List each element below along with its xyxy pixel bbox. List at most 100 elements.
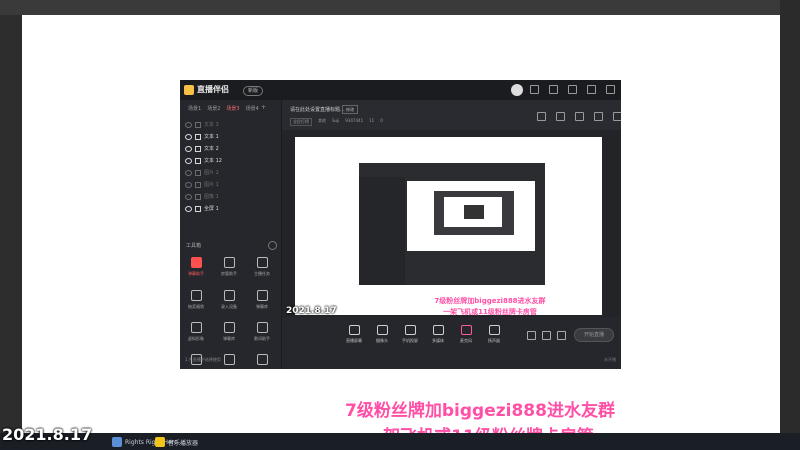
lock-icon[interactable] (195, 145, 201, 152)
add-scene-button[interactable]: + (261, 104, 266, 111)
username: Suji (332, 118, 340, 123)
lock-icon[interactable] (195, 181, 201, 188)
eye-icon[interactable] (185, 145, 192, 152)
eye-icon[interactable] (185, 157, 192, 164)
shield-icon[interactable] (542, 331, 551, 340)
category-tag[interactable]: 全民打榜 (290, 118, 312, 126)
lock-icon[interactable] (195, 169, 201, 176)
user-icon (223, 257, 235, 268)
eye-icon[interactable] (185, 121, 192, 128)
source-item[interactable]: 文本 2 (185, 144, 219, 153)
eye-icon[interactable] (185, 181, 192, 188)
date-overlay-outer: 2021.8.17 (2, 425, 93, 444)
mic-icon (460, 325, 472, 335)
source-item[interactable]: 全屏 1 (185, 204, 219, 213)
tool-danmaku-lib[interactable]: 弹幕库 (251, 290, 273, 310)
lock-icon[interactable] (195, 205, 201, 212)
calendar-icon[interactable] (575, 112, 584, 121)
tool-anchor-task[interactable]: 主播任务 (251, 257, 273, 277)
eye-icon[interactable] (185, 133, 192, 140)
nested-window-2 (434, 191, 514, 235)
source-item[interactable]: 文本 12 (185, 156, 222, 165)
window-controls (530, 85, 621, 94)
lock-icon[interactable] (195, 121, 201, 128)
screen-capture-button[interactable]: 直播屏幕 (343, 325, 365, 344)
control-label: 摄像头 (376, 338, 388, 343)
record-icon[interactable] (527, 331, 536, 340)
minimize-icon[interactable] (587, 85, 596, 94)
right-edge-panel (780, 0, 800, 450)
tool-label: 房管助手 (221, 271, 237, 276)
eye-icon[interactable] (185, 193, 192, 200)
lock-icon[interactable] (195, 157, 201, 164)
bell-icon[interactable] (594, 112, 603, 121)
eye-icon[interactable] (185, 169, 192, 176)
tool-danmaku-lib-2[interactable]: 弹幕库 (218, 322, 240, 342)
media-icon (432, 325, 444, 335)
tool-label: 录入设备 (221, 304, 237, 309)
source-label: 图片 2 (204, 170, 219, 176)
nested-preview-window (359, 163, 545, 285)
room-header: 请在此处设置直播标题... 修改 全民打榜 其他 Suji 9347441 11… (282, 100, 621, 130)
edit-button[interactable]: 修改 (342, 105, 358, 114)
toolbox-label: 工具箱 (186, 243, 202, 249)
tool-virtual-avatar[interactable]: 虚拟形象 (185, 322, 207, 342)
nested-preview-2 (444, 197, 502, 227)
shop-icon[interactable] (556, 112, 565, 121)
doc-icon (256, 322, 268, 333)
taskbar-item[interactable]: 音乐播放器 (155, 436, 198, 448)
tool-label: 歌词助手 (254, 336, 270, 341)
scene-tabs: 场景1 场景2 场景3 场景4 (188, 105, 259, 112)
version-badge[interactable]: 新版 (243, 86, 263, 96)
source-item[interactable]: 图片 2 (185, 168, 219, 177)
tab-scene-2[interactable]: 场景2 (207, 105, 220, 112)
tool-lyrics[interactable]: 歌词助手 (251, 322, 273, 342)
screen-icon (348, 325, 360, 335)
tool-device-input[interactable]: 录入设备 (218, 290, 240, 310)
multimedia-button[interactable]: 多媒体 (427, 325, 449, 344)
tool-label: 主播任务 (254, 271, 270, 276)
start-live-button[interactable]: 开始直播 (574, 328, 614, 342)
avatar[interactable] (511, 84, 523, 96)
settings-icon[interactable] (549, 85, 558, 94)
tool-lottery[interactable]: 抽奖福袋 (185, 290, 207, 310)
tool-label: 虚拟形象 (188, 336, 204, 341)
source-item[interactable]: 文本 1 (185, 132, 219, 141)
app-logo-icon (184, 85, 194, 95)
overlay-text-small-2: 一架飞机或11级粉丝牌卡房管 (443, 308, 537, 316)
camera-button[interactable]: 摄像头 (371, 325, 393, 344)
message-icon[interactable] (530, 85, 539, 94)
maximize-icon[interactable] (606, 85, 615, 94)
source-item[interactable]: 图像 1 (185, 192, 219, 201)
share-icon[interactable] (613, 112, 621, 121)
phone-cast-button[interactable]: 手机投屏 (399, 325, 421, 344)
source-item[interactable]: 文本 3 (185, 120, 219, 129)
tab-scene-4[interactable]: 场景4 (246, 105, 259, 112)
lock-icon[interactable] (195, 133, 201, 140)
box-icon (256, 290, 268, 301)
menu-icon[interactable] (568, 85, 577, 94)
toolbox-toggle-icon[interactable] (268, 241, 277, 250)
speaker-button[interactable]: 扬声器 (483, 325, 505, 344)
tool-live-assistant[interactable]: 弹幕助手 (185, 257, 207, 277)
source-item[interactable]: 图片 1 (185, 180, 219, 189)
tab-scene-3[interactable]: 场景3 (226, 105, 239, 112)
microphone-button[interactable]: 麦克风 (455, 325, 477, 344)
status-right: 未开播 (604, 357, 616, 362)
control-label: 扬声器 (488, 338, 500, 343)
source-label: 文本 12 (204, 158, 222, 164)
gift-icon[interactable] (537, 112, 546, 121)
box-icon (223, 322, 235, 333)
eye-icon[interactable] (185, 205, 192, 212)
hot-count: 0 (380, 118, 383, 123)
outer-title-bar (0, 0, 800, 15)
tool-room-admin[interactable]: 房管助手 (218, 257, 240, 277)
room-title[interactable]: 请在此处设置直播标题... (290, 106, 345, 113)
lock-icon[interactable] (195, 193, 201, 200)
source-label: 文本 2 (204, 146, 219, 152)
camera-icon (376, 325, 388, 335)
taskbar-item-label: 音乐播放器 (168, 439, 199, 447)
room-meta: 全民打榜 其他 Suji 9347441 11 0 (290, 118, 383, 126)
gear-icon[interactable] (557, 331, 566, 340)
tab-scene-1[interactable]: 场景1 (188, 105, 201, 112)
